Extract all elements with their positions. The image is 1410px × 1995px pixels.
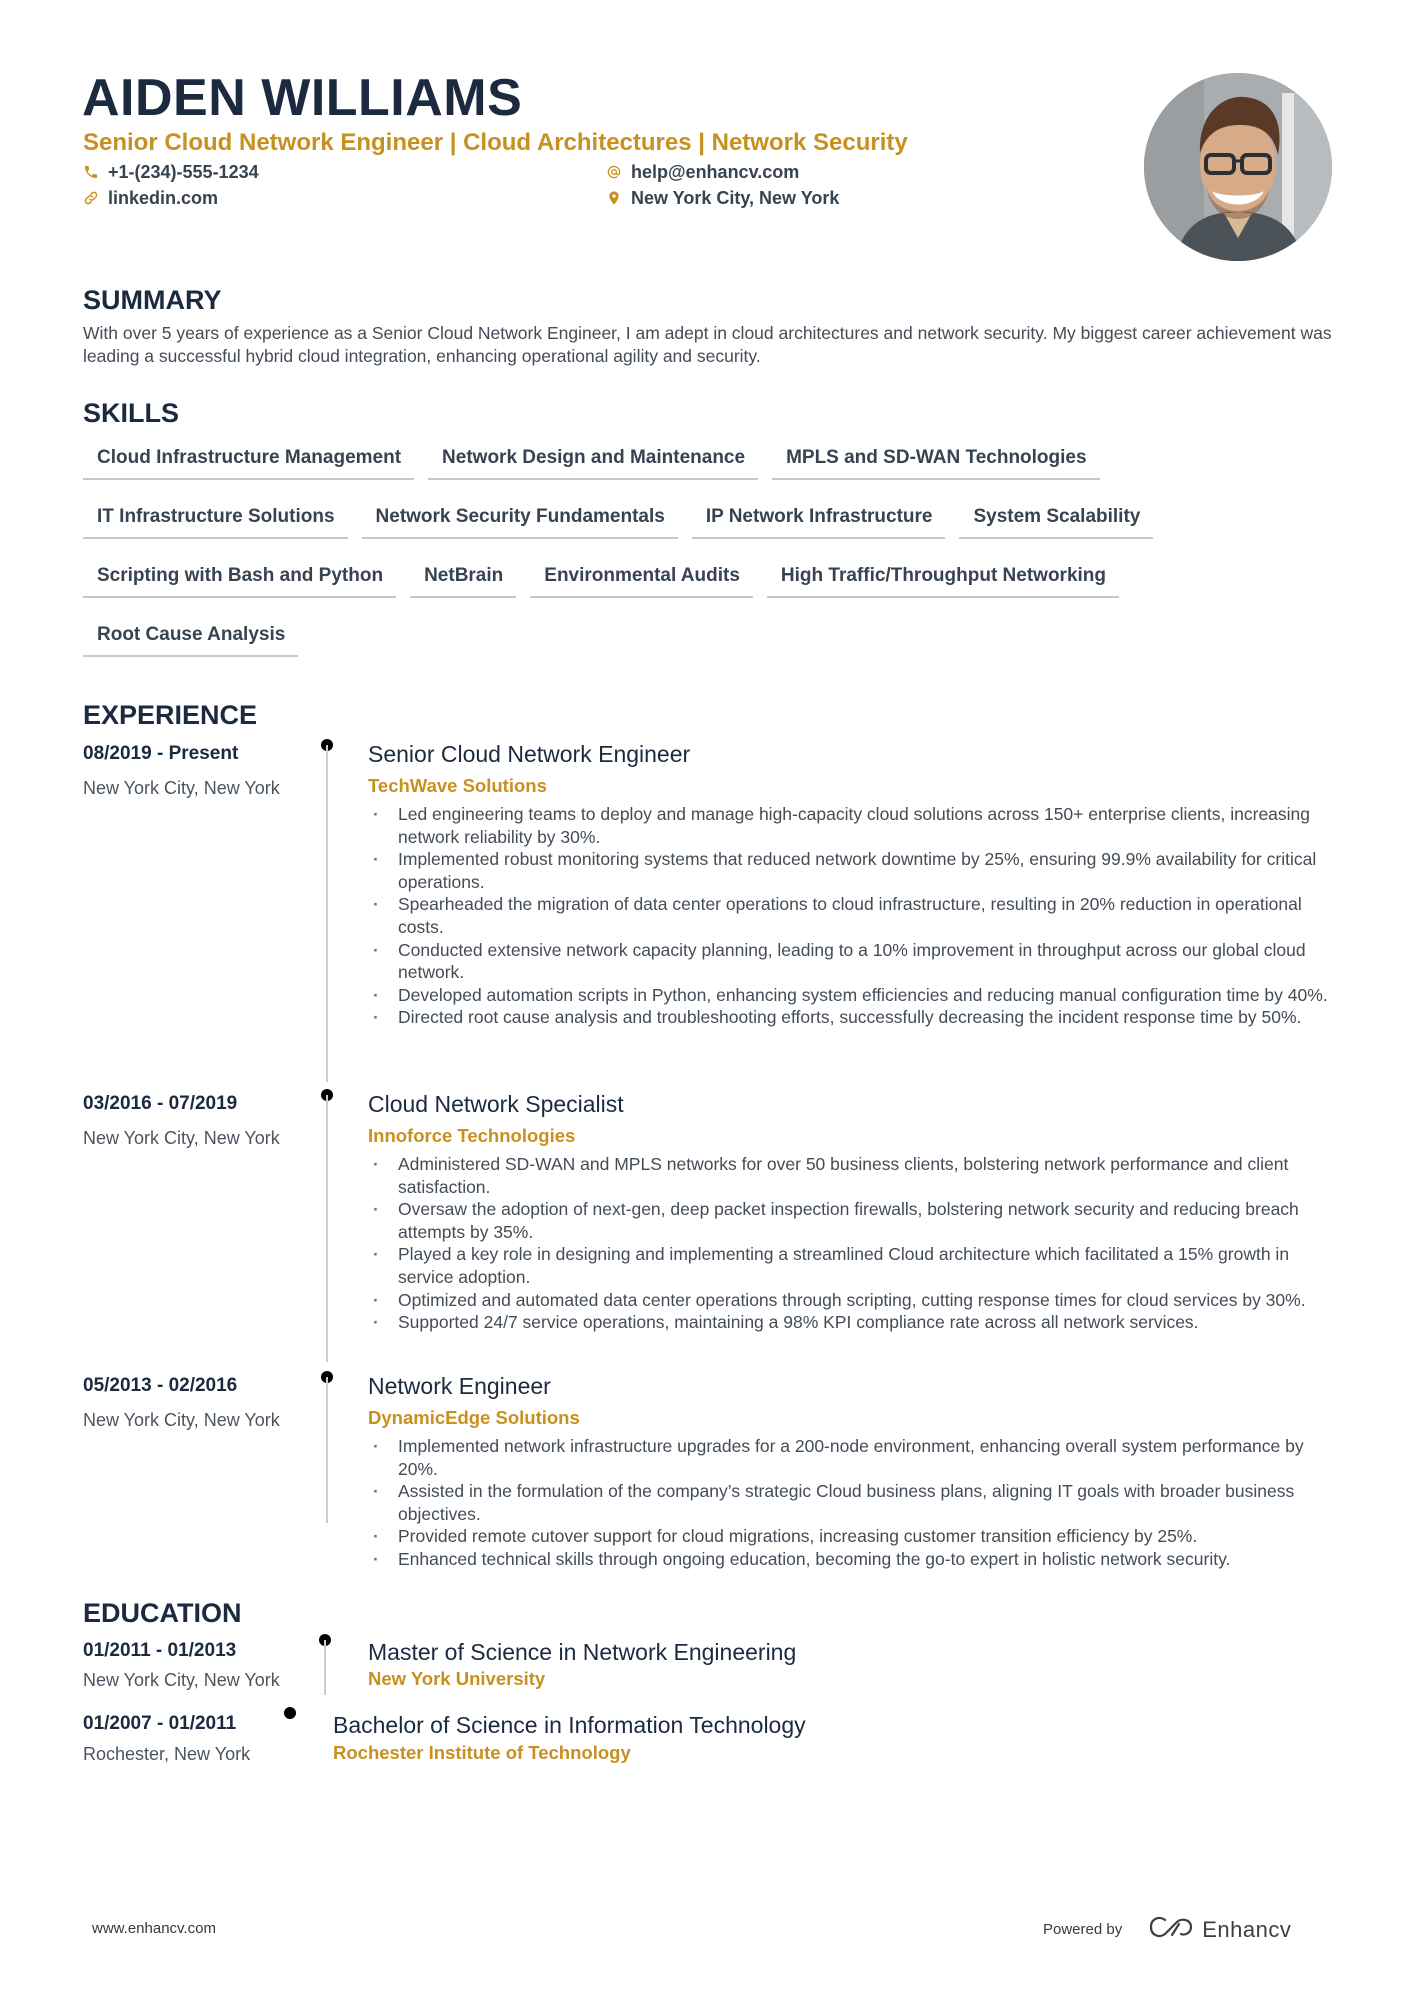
at-icon: [606, 163, 622, 181]
skill-tag: Network Security Fundamentals: [361, 497, 678, 539]
timeline-line: [326, 1377, 328, 1523]
experience-dates: 03/2016 - 07/2019: [83, 1093, 238, 1114]
contact-email[interactable]: help@enhancv.com: [606, 160, 799, 184]
experience-bullet: Developed automation scripts in Python, …: [370, 984, 1345, 1007]
profile-photo: [1144, 73, 1332, 261]
experience-bullet: Optimized and automated data center oper…: [370, 1289, 1345, 1312]
experience-role: Network Engineer: [368, 1373, 551, 1399]
skill-tag: System Scalability: [959, 497, 1154, 539]
footer-branding: Powered by Enhancv: [1043, 1914, 1291, 1945]
experience-role: Senior Cloud Network Engineer: [368, 741, 691, 767]
experience-dates: 05/2013 - 02/2016: [83, 1375, 238, 1396]
footer-website-link[interactable]: www.enhancv.com: [92, 1920, 216, 1937]
skill-tag: Network Design and Maintenance: [428, 438, 759, 480]
experience-bullet: Played a key role in designing and imple…: [370, 1243, 1345, 1288]
timeline-line: [326, 1095, 328, 1362]
skills-row: Cloud Infrastructure Management Network …: [83, 438, 1283, 497]
enhancv-brand-name[interactable]: Enhancv: [1202, 1917, 1291, 1943]
experience-bullet: Led engineering teams to deploy and mana…: [370, 803, 1345, 848]
contact-phone: +1-(234)-555-1234: [83, 160, 259, 184]
education-degree: Master of Science in Network Engineering: [368, 1639, 797, 1665]
contact-location: New York City, New York: [606, 186, 839, 210]
education-location: Rochester, New York: [83, 1744, 251, 1764]
skill-tag: IP Network Infrastructure: [691, 497, 946, 539]
candidate-name: AIDEN WILLIAMS: [82, 69, 523, 127]
skills-row: Root Cause Analysis: [83, 615, 1283, 674]
skill-tag: Root Cause Analysis: [83, 615, 299, 657]
contact-location-text: New York City, New York: [631, 188, 840, 208]
summary-text: With over 5 years of experience as a Sen…: [83, 323, 1332, 366]
experience-dates: 08/2019 - Present: [83, 743, 239, 764]
location-pin-icon: [606, 189, 622, 207]
education-section-title: EDUCATION: [83, 1598, 242, 1628]
skills-row: Scripting with Bash and Python NetBrain …: [83, 556, 1283, 615]
experience-bullet: Administered SD-WAN and MPLS networks fo…: [370, 1153, 1345, 1198]
education-location: New York City, New York: [83, 1670, 280, 1690]
experience-bullet: Spearheaded the migration of data center…: [370, 893, 1345, 938]
experience-bullet: Conducted extensive network capacity pla…: [370, 939, 1345, 984]
education-school: Rochester Institute of Technology: [333, 1742, 631, 1763]
skill-tag: Environmental Audits: [530, 556, 753, 598]
link-icon: [83, 189, 99, 207]
education-degree: Bachelor of Science in Information Techn…: [333, 1712, 806, 1738]
experience-bullets: Led engineering teams to deploy and mana…: [370, 803, 1345, 1029]
experience-bullet: Implemented network infrastructure upgra…: [370, 1435, 1345, 1480]
timeline-line: [324, 1640, 326, 1695]
skills-row: IT Infrastructure Solutions Network Secu…: [83, 497, 1283, 556]
contact-linkedin-text[interactable]: linkedin.com: [108, 186, 218, 210]
contact-linkedin[interactable]: linkedin.com: [83, 186, 218, 210]
experience-role: Cloud Network Specialist: [368, 1091, 624, 1117]
experience-section-title: EXPERIENCE: [83, 700, 258, 730]
skill-tag: Cloud Infrastructure Management: [83, 438, 415, 480]
powered-by-label: Powered by: [1043, 1921, 1123, 1938]
experience-company: DynamicEdge Solutions: [368, 1407, 580, 1428]
education-dates: 01/2011 - 01/2013: [83, 1640, 237, 1661]
timeline-line: [326, 745, 328, 1082]
skills-section-title: SKILLS: [83, 398, 180, 428]
experience-bullet: Supported 24/7 service operations, maint…: [370, 1311, 1345, 1334]
experience-bullet: Enhanced technical skills through ongoin…: [370, 1548, 1345, 1571]
experience-bullet: Oversaw the adoption of next-gen, deep p…: [370, 1198, 1345, 1243]
experience-bullet: Directed root cause analysis and trouble…: [370, 1006, 1345, 1029]
experience-bullet: Provided remote cutover support for clou…: [370, 1525, 1345, 1548]
summary-section-title: SUMMARY: [83, 285, 222, 315]
skill-tag: IT Infrastructure Solutions: [83, 497, 348, 539]
candidate-headline: Senior Cloud Network Engineer | Cloud Ar…: [83, 129, 908, 156]
enhancv-logo-icon: [1148, 1914, 1202, 1945]
skill-tag: Scripting with Bash and Python: [83, 556, 397, 598]
education-dates: 01/2007 - 01/2011: [83, 1713, 237, 1734]
experience-location: New York City, New York: [83, 778, 280, 798]
experience-location: New York City, New York: [83, 1410, 280, 1430]
skill-tag: NetBrain: [410, 556, 517, 598]
contact-phone-text: +1-(234)-555-1234: [108, 162, 259, 182]
timeline-dot: [284, 1707, 296, 1719]
phone-icon: [83, 163, 99, 181]
skill-tag: MPLS and SD-WAN Technologies: [772, 438, 1100, 480]
experience-bullets: Implemented network infrastructure upgra…: [370, 1435, 1345, 1571]
experience-bullets: Administered SD-WAN and MPLS networks fo…: [370, 1153, 1345, 1334]
skills-list: Cloud Infrastructure Management Network …: [83, 438, 1283, 674]
profile-photo-illustration: [1144, 73, 1332, 261]
experience-company: TechWave Solutions: [368, 775, 547, 796]
education-school: New York University: [368, 1668, 546, 1689]
experience-location: New York City, New York: [83, 1128, 280, 1148]
experience-bullet: Implemented robust monitoring systems th…: [370, 848, 1345, 893]
experience-bullet: Assisted in the formulation of the compa…: [370, 1480, 1345, 1525]
contact-email-text[interactable]: help@enhancv.com: [631, 160, 799, 184]
experience-company: Innoforce Technologies: [368, 1125, 576, 1146]
skill-tag: High Traffic/Throughput Networking: [766, 556, 1120, 598]
